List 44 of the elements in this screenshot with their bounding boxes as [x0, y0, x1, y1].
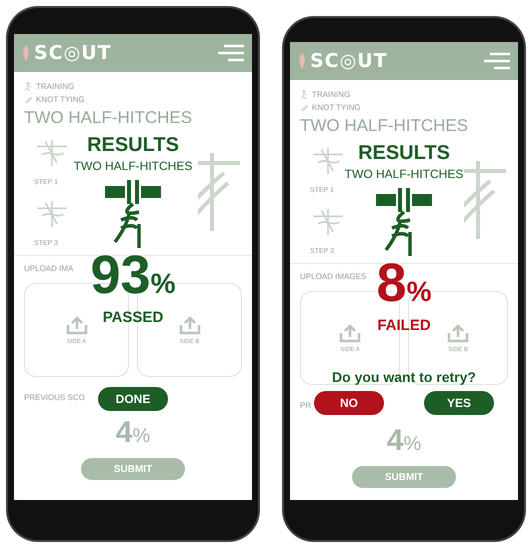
results-title: RESULTS	[87, 134, 179, 156]
percent-sign: %	[150, 267, 176, 301]
logo-text: SC◎UT	[310, 50, 388, 72]
upload-icon	[339, 323, 361, 343]
result-status: PASSED	[102, 309, 164, 327]
results-subtitle: TWO HALF-HITCHES	[74, 158, 192, 174]
page-title: TWO HALF-HITCHES	[24, 107, 194, 129]
results-title: RESULTS	[358, 142, 450, 164]
rope-icon	[24, 95, 33, 104]
previous-score: 4	[116, 416, 132, 450]
score-value: 8	[376, 258, 407, 308]
breadcrumb-text[interactable]: TRAINING	[312, 88, 350, 101]
knot-icon	[105, 180, 161, 248]
section-label: UPLOAD IMA	[24, 264, 74, 273]
submit-button[interactable]: SUBMIT	[81, 458, 185, 480]
percent-sign: %	[406, 275, 432, 309]
hiker-icon	[300, 90, 309, 99]
percent-sign: %	[132, 425, 150, 448]
section-label: UPLOAD IMAGES	[300, 272, 366, 281]
upload-icon	[447, 323, 469, 343]
section-label: PREVIOUS SCO	[24, 393, 85, 402]
section-label: PR	[300, 401, 312, 410]
breadcrumb-text[interactable]: TRAINING	[36, 80, 74, 93]
confirm-button[interactable]: DONE	[98, 387, 168, 411]
percent-sign: %	[403, 433, 422, 456]
results-subtitle: TWO HALF-HITCHES	[344, 166, 464, 182]
breadcrumb-text[interactable]: KNOT TYING	[312, 101, 361, 114]
upload-icon	[66, 315, 88, 335]
previous-score: 4	[386, 424, 404, 458]
flame-icon	[298, 53, 306, 69]
hiker-icon	[24, 82, 33, 91]
no-button[interactable]: NO	[314, 391, 384, 415]
score-value: 93	[90, 250, 151, 300]
page-title: TWO HALF-HITCHES	[300, 115, 470, 137]
breadcrumb-text[interactable]: KNOT TYING	[36, 93, 85, 106]
knot-icon	[376, 188, 432, 256]
retry-question: Do you want to retry?	[332, 369, 476, 385]
confirm-button[interactable]: YES	[424, 391, 494, 415]
result-status: FAILED	[377, 317, 431, 335]
logo-text: SC◎UT	[34, 42, 112, 64]
rope-icon	[300, 103, 309, 112]
flame-icon	[22, 45, 30, 61]
submit-button[interactable]: SUBMIT	[352, 466, 456, 488]
upload-icon	[178, 315, 200, 335]
